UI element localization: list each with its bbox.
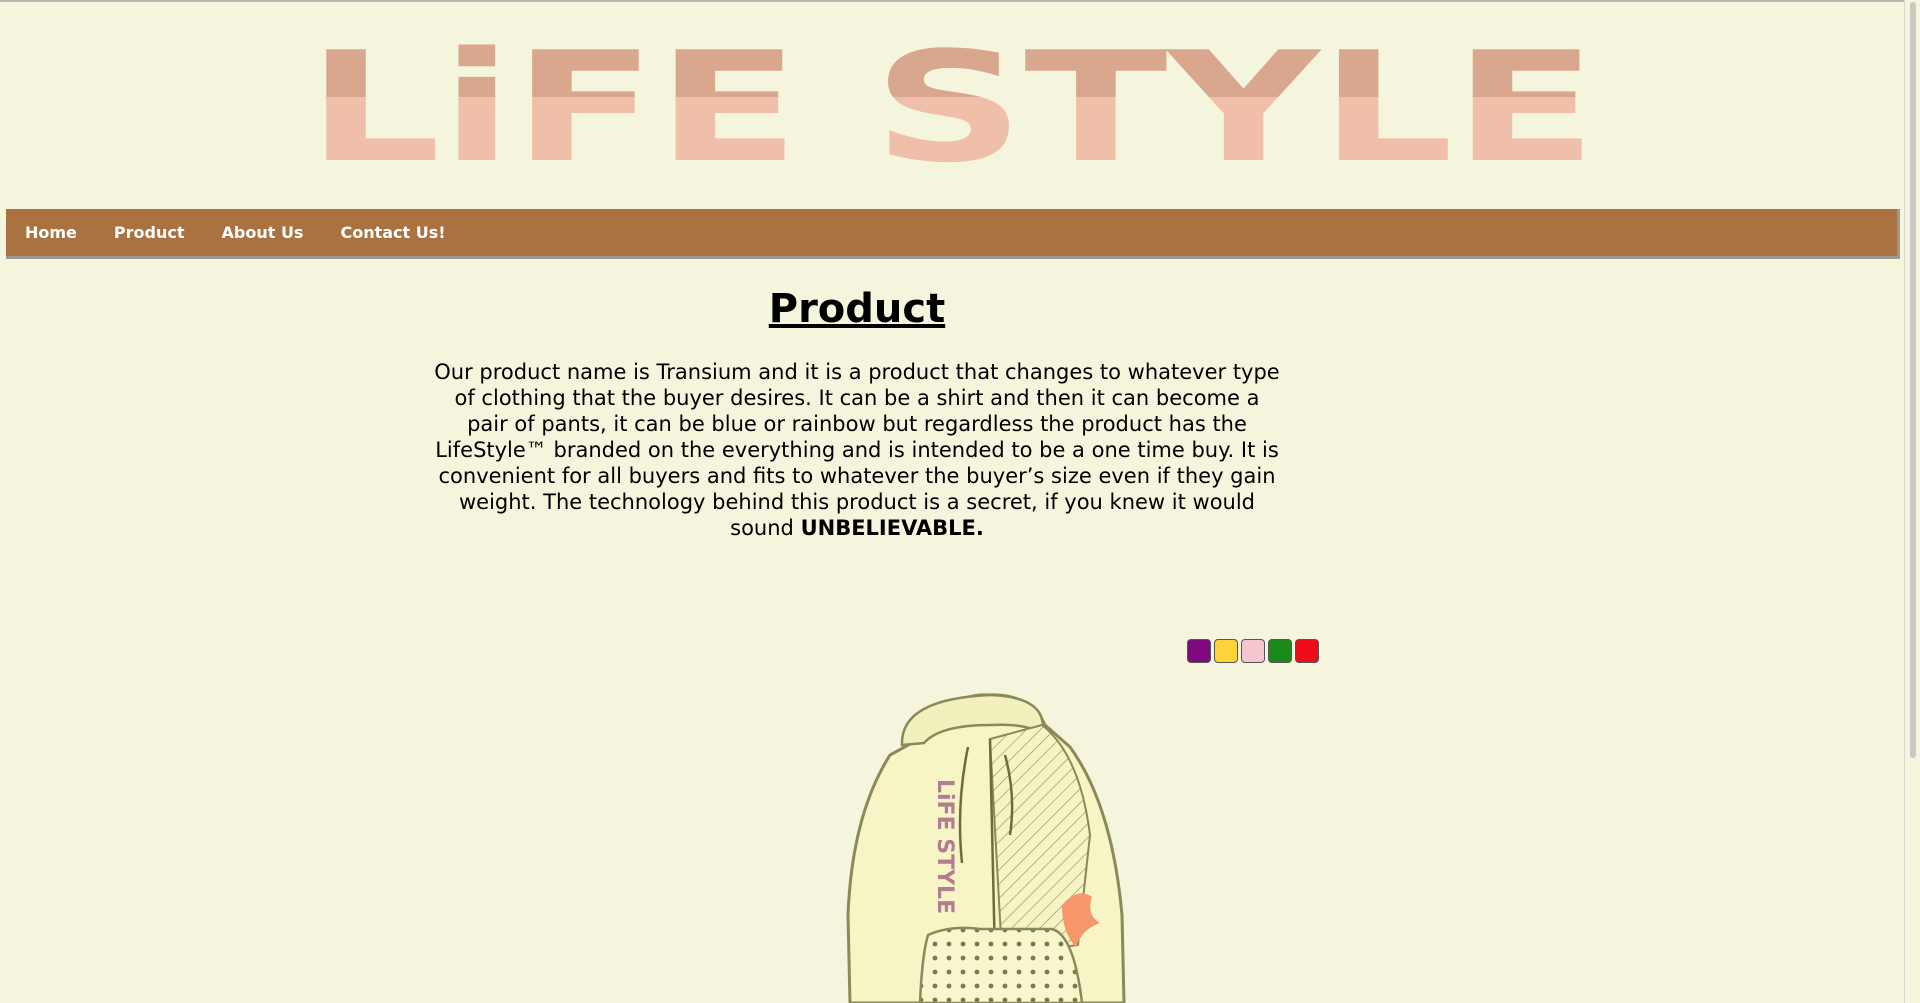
description-emphasis: UNBELIEVABLE.	[800, 516, 984, 540]
color-swatches	[1187, 639, 1319, 663]
hoodie-image: LiFE STYLE	[830, 685, 1150, 1003]
hoodie-icon: LiFE STYLE	[846, 693, 1126, 1003]
nav-home[interactable]: Home	[25, 223, 77, 242]
nav-product[interactable]: Product	[114, 223, 185, 242]
swatch-green[interactable]	[1268, 639, 1292, 663]
swatch-yellow[interactable]	[1214, 639, 1238, 663]
product-description: Our product name is Transium and it is a…	[432, 359, 1282, 541]
site-logo[interactable]: LiFE STYLE	[0, 20, 1904, 180]
swatch-red[interactable]	[1295, 639, 1319, 663]
logo-graphic: LiFE STYLE	[307, 35, 1597, 165]
swatch-purple[interactable]	[1187, 639, 1211, 663]
window-top-border	[0, 0, 1920, 2]
main-nav: Home Product About Us Contact Us!	[6, 209, 1900, 259]
logo-text: LiFE STYLE	[307, 35, 1597, 165]
hoodie-print-text: LiFE STYLE	[932, 779, 957, 914]
page-title: Product	[768, 286, 946, 332]
description-text: Our product name is Transium and it is a…	[434, 360, 1280, 540]
nav-contact-us[interactable]: Contact Us!	[340, 223, 445, 242]
scrollbar-thumb[interactable]	[1910, 2, 1916, 758]
nav-about-us[interactable]: About Us	[222, 223, 304, 242]
swatch-pink[interactable]	[1241, 639, 1265, 663]
vertical-scrollbar[interactable]	[1904, 0, 1920, 1003]
